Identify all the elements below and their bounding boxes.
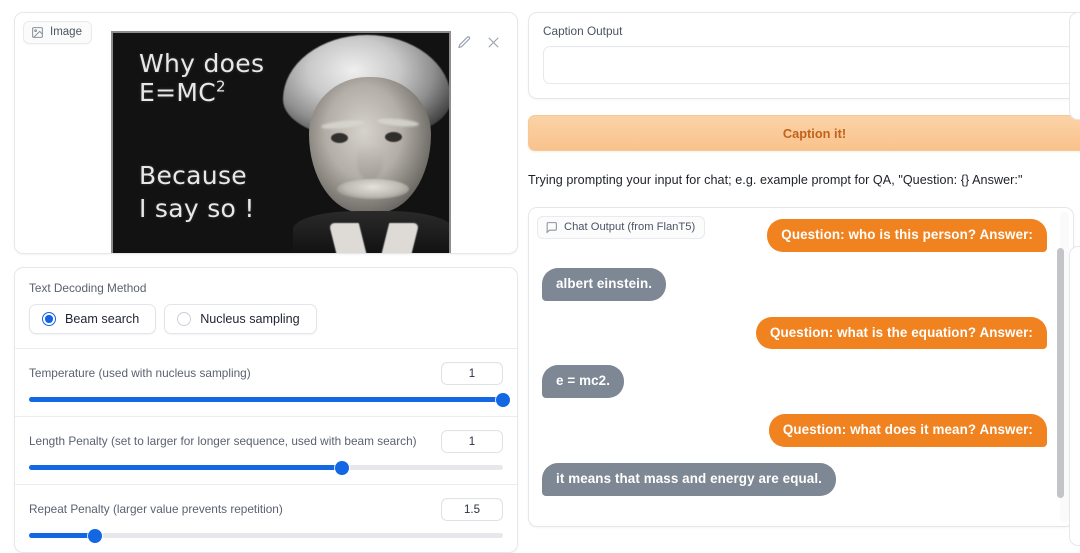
offscreen-right-panels	[1069, 0, 1080, 553]
radio-nucleus-sampling-dot	[177, 312, 192, 326]
decoding-controls-panel: Text Decoding Method Beam search Nucleus…	[14, 266, 518, 553]
pencil-icon[interactable]	[457, 35, 472, 50]
repeat-penalty-row: Repeat Penalty (larger value prevents re…	[15, 484, 517, 552]
radio-nucleus-sampling-label: Nucleus sampling	[200, 312, 300, 326]
decoding-method-radio-group: Beam search Nucleus sampling	[29, 304, 503, 334]
image-panel-tag: Image	[23, 21, 92, 44]
image-panel: Image Why does E=MC2 Because I say so !	[14, 12, 518, 254]
left-eye	[331, 133, 348, 143]
image-actions	[457, 35, 501, 50]
left-column: Image Why does E=MC2 Because I say so ! …	[0, 0, 518, 553]
chat-scrollbar-track[interactable]	[1057, 212, 1069, 522]
meme-top-text: Why does E=MC2	[139, 49, 264, 107]
temperature-slider-fill	[29, 397, 503, 402]
einstein-portrait	[265, 33, 449, 253]
temperature-label: Temperature (used with nucleus sampling)	[29, 366, 251, 381]
repeat-penalty-slider[interactable]	[29, 528, 503, 543]
caption-output-input[interactable]	[543, 46, 1080, 84]
offscreen-panel-bottom	[1069, 246, 1080, 546]
close-icon[interactable]	[486, 35, 501, 50]
decoding-method-label: Text Decoding Method	[29, 280, 147, 295]
bot-message-bubble: it means that mass and energy are equal.	[542, 462, 836, 496]
image-icon	[32, 27, 43, 38]
repeat-penalty-slider-knob[interactable]	[88, 528, 103, 543]
length-penalty-label: Length Penalty (set to larger for longer…	[29, 434, 417, 449]
nose-shape	[357, 141, 383, 181]
temperature-header: Temperature (used with nucleus sampling)…	[29, 362, 503, 385]
caption-output-panel: Caption Output	[528, 12, 1080, 99]
meme-line-4: I say so !	[139, 193, 255, 223]
user-message-bubble: Question: what does it mean? Answer:	[768, 414, 1047, 447]
collar-shape	[293, 211, 449, 253]
temperature-row: Temperature (used with nucleus sampling)…	[15, 348, 517, 416]
bot-message-bubble: e = mc2.	[542, 365, 625, 398]
caption-output-label: Caption Output	[543, 24, 623, 38]
chat-message-row: it means that mass and energy are equal.	[542, 462, 1047, 496]
radio-beam-search-dot	[42, 312, 56, 326]
temperature-value[interactable]: 1	[441, 362, 503, 385]
offscreen-panel-top	[1069, 12, 1080, 120]
radio-beam-search[interactable]: Beam search	[29, 304, 157, 334]
meme-canvas: Why does E=MC2 Because I say so !	[113, 33, 449, 253]
length-penalty-slider-fill	[29, 465, 342, 470]
meme-line-2-superscript: 2	[215, 77, 226, 96]
chat-output-tag-label: Chat Output (from FlanT5)	[564, 220, 696, 233]
chat-message-row: Question: what does it mean? Answer:	[542, 414, 1047, 447]
length-penalty-header: Length Penalty (set to larger for longer…	[29, 430, 503, 453]
chat-message-row: e = mc2.	[542, 365, 1047, 398]
radio-beam-search-label: Beam search	[65, 312, 140, 326]
repeat-penalty-value[interactable]: 1.5	[441, 498, 503, 521]
meme-line-1: Why does	[139, 49, 265, 78]
meme-line-2: E=MC	[139, 78, 216, 107]
chat-scrollbar-thumb[interactable]	[1057, 248, 1064, 498]
length-penalty-slider[interactable]	[29, 460, 503, 475]
repeat-penalty-header: Repeat Penalty (larger value prevents re…	[29, 498, 503, 521]
length-penalty-row: Length Penalty (set to larger for longer…	[15, 416, 517, 484]
chat-output-panel: Chat Output (from FlanT5) Question: who …	[528, 207, 1074, 527]
chat-message-row: albert einstein.	[542, 267, 1047, 301]
caption-it-button[interactable]: Caption it!	[528, 115, 1080, 151]
prompt-hint-text: Trying prompting your input for chat; e.…	[528, 173, 1023, 187]
image-panel-tag-label: Image	[50, 25, 82, 38]
meme-bottom-text: Because I say so !	[139, 160, 255, 225]
chat-message-row: Question: what is the equation? Answer:	[542, 316, 1047, 350]
length-penalty-slider-knob[interactable]	[334, 460, 349, 475]
uploaded-image[interactable]: Why does E=MC2 Because I say so !	[111, 31, 451, 253]
user-message-bubble: Question: what is the equation? Answer:	[755, 316, 1047, 350]
app-root: Image Why does E=MC2 Because I say so ! …	[0, 0, 1080, 553]
radio-nucleus-sampling[interactable]: Nucleus sampling	[164, 304, 317, 334]
length-penalty-value[interactable]: 1	[441, 430, 503, 453]
chat-message-list: Question: who is this person? Answer: alb…	[530, 209, 1057, 525]
chat-output-tag: Chat Output (from FlanT5)	[537, 216, 706, 239]
bot-message-bubble: albert einstein.	[542, 267, 667, 301]
temperature-slider-knob[interactable]	[496, 392, 510, 407]
meme-line-3: Because	[139, 161, 247, 190]
user-message-bubble: Question: who is this person? Answer:	[767, 219, 1047, 252]
mustache-shape	[337, 179, 409, 199]
chat-bubble-icon	[546, 222, 557, 234]
repeat-penalty-slider-fill	[29, 533, 96, 538]
repeat-penalty-label: Repeat Penalty (larger value prevents re…	[29, 502, 283, 517]
right-column: Caption Output Caption it! Trying prompt…	[518, 0, 1080, 553]
decoding-method-row: Text Decoding Method Beam search Nucleus…	[15, 268, 517, 348]
right-eye	[385, 132, 402, 142]
temperature-slider[interactable]	[29, 392, 510, 407]
